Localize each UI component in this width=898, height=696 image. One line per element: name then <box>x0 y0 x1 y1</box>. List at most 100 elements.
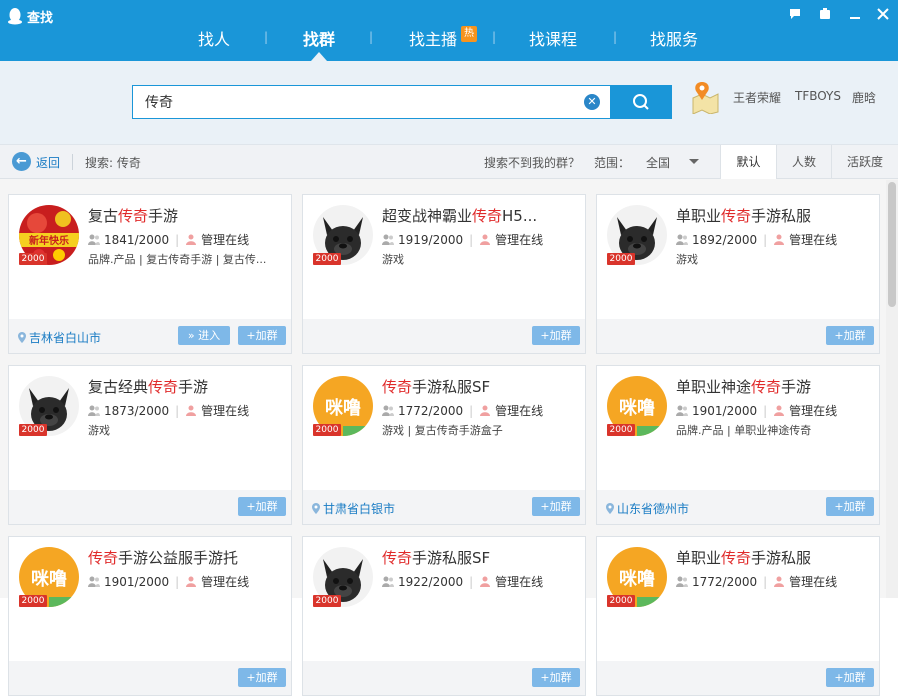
hotword-link[interactable]: 鹿晗 <box>852 89 876 106</box>
group-card[interactable]: 2000 超变战神霸业传奇H5... 1919/2000 | 管理在线 游戏 +加群 <box>302 194 586 354</box>
scrollbar-thumb[interactable] <box>888 182 896 307</box>
group-name[interactable]: 传奇手游私服SF <box>382 547 577 568</box>
back-label: 返回 <box>36 156 61 170</box>
member-count: 1919/2000 <box>398 233 464 247</box>
group-meta: 1772/2000 | 管理在线 <box>676 573 837 590</box>
level-badge: 2000 <box>313 595 341 607</box>
group-card[interactable]: 新年快乐 2000 复古传奇手游 1841/2000 | 管理在线 品牌.产品 | … <box>8 194 292 354</box>
group-name[interactable]: 传奇手游私服SF <box>382 376 577 397</box>
group-tags: 品牌.产品 | 复古传奇手游 | 复古传... <box>88 253 267 266</box>
admin-status: 管理在线 <box>495 575 544 589</box>
card-footer: +加群 <box>303 319 585 353</box>
join-group-button[interactable]: +加群 <box>532 668 580 687</box>
scrollbar[interactable] <box>886 180 898 598</box>
clear-search-icon[interactable]: ✕ <box>584 94 600 110</box>
skin-icon[interactable] <box>815 6 835 26</box>
hot-badge: 热 <box>461 26 477 42</box>
svg-text:新年快乐: 新年快乐 <box>29 234 69 247</box>
sort-tab-default[interactable]: 默认 <box>720 145 776 179</box>
group-name-keyword: 传奇 <box>382 549 413 567</box>
group-name-suffix: 手游公益服手游托 <box>118 549 239 567</box>
group-meta: 1873/2000 | 管理在线 <box>88 402 249 419</box>
admin-status: 管理在线 <box>201 404 250 418</box>
hotword-link[interactable]: 王者荣耀 <box>733 89 781 106</box>
meta-divider: | <box>763 404 768 418</box>
group-name-keyword: 传奇 <box>148 378 179 396</box>
close-icon[interactable] <box>873 6 893 26</box>
minimize-icon[interactable] <box>845 6 865 26</box>
join-group-button[interactable]: +加群 <box>826 326 874 345</box>
card-footer: +加群 <box>597 319 879 353</box>
group-name[interactable]: 单职业传奇手游私服 <box>676 205 871 226</box>
meta-divider: | <box>175 575 180 589</box>
level-badge: 2000 <box>19 424 47 436</box>
enter-group-button[interactable]: » 进入 <box>178 326 230 345</box>
sort-tab-activity[interactable]: 活跃度 <box>831 145 898 179</box>
join-group-button[interactable]: +加群 <box>238 497 286 516</box>
join-group-button[interactable]: +加群 <box>532 497 580 516</box>
group-location[interactable]: 吉林省白山市 <box>18 329 101 346</box>
search-button[interactable] <box>611 85 672 119</box>
group-name-prefix: 复古经典 <box>88 378 149 396</box>
group-meta: 1901/2000 | 管理在线 <box>88 573 249 590</box>
group-name[interactable]: 超变战神霸业传奇H5... <box>382 205 577 226</box>
search-area: ✕ 王者荣耀 TFBOYS 鹿晗 <box>0 61 898 145</box>
group-name[interactable]: 传奇手游公益服手游托 <box>88 547 283 568</box>
join-group-button[interactable]: +加群 <box>238 668 286 687</box>
join-group-button[interactable]: +加群 <box>532 326 580 345</box>
meta-divider: | <box>469 404 474 418</box>
group-card[interactable]: 咪噜 2000 传奇手游公益服手游托 1901/2000 | 管理在线 +加群 <box>8 536 292 696</box>
group-name[interactable]: 复古经典传奇手游 <box>88 376 283 397</box>
location-pin-icon <box>18 332 26 343</box>
card-footer: 甘肃省白银市 +加群 <box>303 490 585 524</box>
group-location[interactable]: 山东省德州市 <box>606 500 689 517</box>
group-name-prefix: 单职业 <box>676 549 722 567</box>
group-name-keyword: 传奇 <box>118 207 149 225</box>
hotword-link[interactable]: TFBOYS <box>795 89 841 103</box>
group-name[interactable]: 单职业神途传奇手游 <box>676 376 871 397</box>
member-count: 1901/2000 <box>692 404 758 418</box>
tab-find-people[interactable]: 找人 <box>198 26 230 50</box>
tab-find-group[interactable]: 找群 <box>303 26 335 50</box>
group-tags: 游戏 <box>676 253 698 266</box>
search-input[interactable] <box>145 92 565 112</box>
meta-divider: | <box>763 233 768 247</box>
admin-status: 管理在线 <box>201 575 250 589</box>
group-name-keyword: 传奇 <box>721 207 752 225</box>
group-location[interactable]: 甘肃省白银市 <box>312 500 395 517</box>
admin-status: 管理在线 <box>495 404 544 418</box>
group-name-suffix: 手游私服SF <box>412 378 491 396</box>
group-name[interactable]: 单职业传奇手游私服 <box>676 547 871 568</box>
cant-find-link[interactable]: 搜索不到我的群？ <box>484 154 580 171</box>
tab-find-course[interactable]: 找课程 <box>529 26 577 50</box>
join-group-button[interactable]: +加群 <box>826 497 874 516</box>
nav-separator: | <box>492 30 497 44</box>
back-button[interactable]: ← 返回 <box>12 152 64 172</box>
admin-status: 管理在线 <box>789 404 838 418</box>
group-card[interactable]: 咪噜 2000 单职业神途传奇手游 1901/2000 | 管理在线 品牌.产品 |… <box>596 365 880 525</box>
members-icon <box>382 576 394 587</box>
group-name-keyword: 传奇 <box>382 378 413 396</box>
feedback-icon[interactable] <box>785 6 805 26</box>
group-meta: 1922/2000 | 管理在线 <box>382 573 543 590</box>
tab-find-streamer[interactable]: 找主播 <box>409 26 457 50</box>
group-card[interactable]: 2000 单职业传奇手游私服 1892/2000 | 管理在线 游戏 +加群 <box>596 194 880 354</box>
admin-status: 管理在线 <box>789 233 838 247</box>
chevron-down-icon[interactable] <box>689 159 699 164</box>
group-card[interactable]: 2000 传奇手游私服SF 1922/2000 | 管理在线 +加群 <box>302 536 586 696</box>
tab-find-service[interactable]: 找服务 <box>650 26 698 50</box>
group-card[interactable]: 2000 复古经典传奇手游 1873/2000 | 管理在线 游戏 +加群 <box>8 365 292 525</box>
join-group-button[interactable]: +加群 <box>826 668 874 687</box>
group-name[interactable]: 复古传奇手游 <box>88 205 283 226</box>
members-icon <box>676 405 688 416</box>
group-tags: 游戏 | 复古传奇手游盒子 <box>382 424 503 437</box>
sort-tab-members[interactable]: 人数 <box>776 145 831 179</box>
group-name-keyword: 传奇 <box>88 549 119 567</box>
location-map-icon[interactable] <box>690 80 720 114</box>
join-group-button[interactable]: +加群 <box>238 326 286 345</box>
group-card[interactable]: 咪噜 2000 单职业传奇手游私服 1772/2000 | 管理在线 +加群 <box>596 536 880 696</box>
member-count: 1901/2000 <box>104 575 170 589</box>
admin-icon <box>480 576 491 587</box>
members-icon <box>88 234 100 245</box>
group-card[interactable]: 咪噜 2000 传奇手游私服SF 1772/2000 | 管理在线 游戏 | 复古传… <box>302 365 586 525</box>
